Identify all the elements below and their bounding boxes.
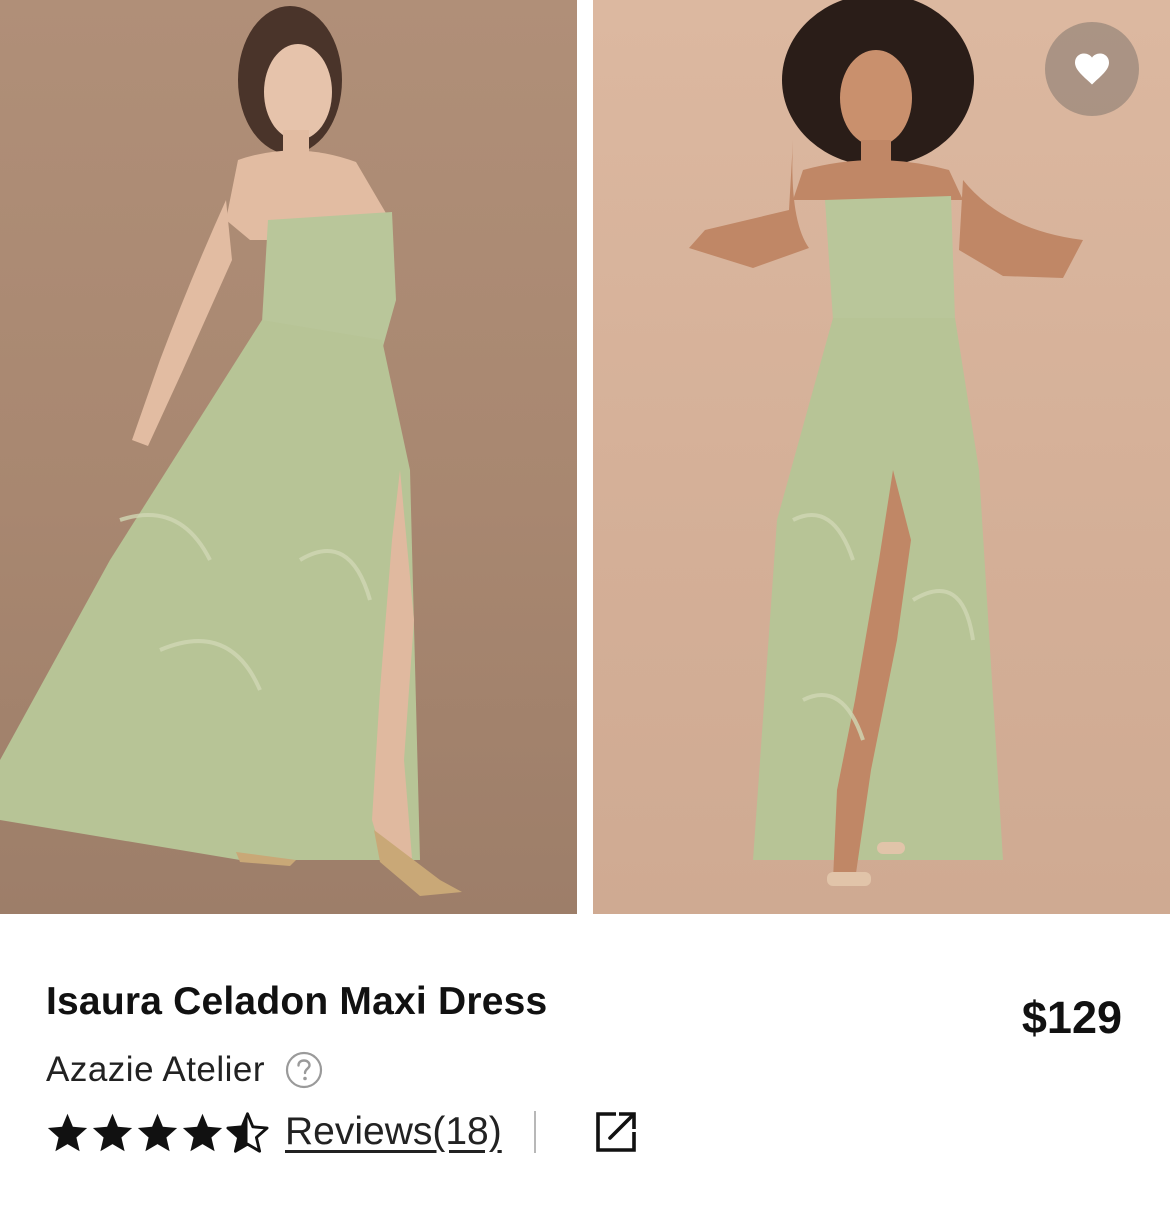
product-price: $129 <box>1021 992 1122 1043</box>
brand-row: Azazie Atelier <box>46 1050 323 1090</box>
product-gallery <box>0 0 1170 914</box>
star-icon <box>137 1113 178 1151</box>
half-star-icon <box>226 1111 269 1153</box>
product-info-panel: Isaura Celadon Maxi Dress $129 Azazie At… <box>0 914 1170 1209</box>
reviews-link[interactable]: Reviews(18) <box>285 1110 502 1154</box>
product-image-2[interactable] <box>593 0 1170 914</box>
rating-row: Reviews(18) <box>46 1109 638 1155</box>
star-icon <box>47 1113 88 1151</box>
model-illustration-1 <box>0 6 462 896</box>
heart-icon <box>1075 53 1109 85</box>
star-icon <box>92 1113 133 1151</box>
model-illustration-2 <box>689 0 1083 886</box>
favorite-button[interactable] <box>1045 22 1139 116</box>
external-link-icon[interactable] <box>594 1110 638 1154</box>
question-circle-icon[interactable] <box>285 1051 323 1089</box>
star-icon <box>182 1113 223 1151</box>
divider <box>533 1111 536 1153</box>
product-title: Isaura Celadon Maxi Dress <box>46 980 548 1023</box>
rating-stars <box>46 1111 269 1153</box>
brand-name: Azazie Atelier <box>46 1050 266 1089</box>
product-image-1[interactable] <box>0 0 577 914</box>
